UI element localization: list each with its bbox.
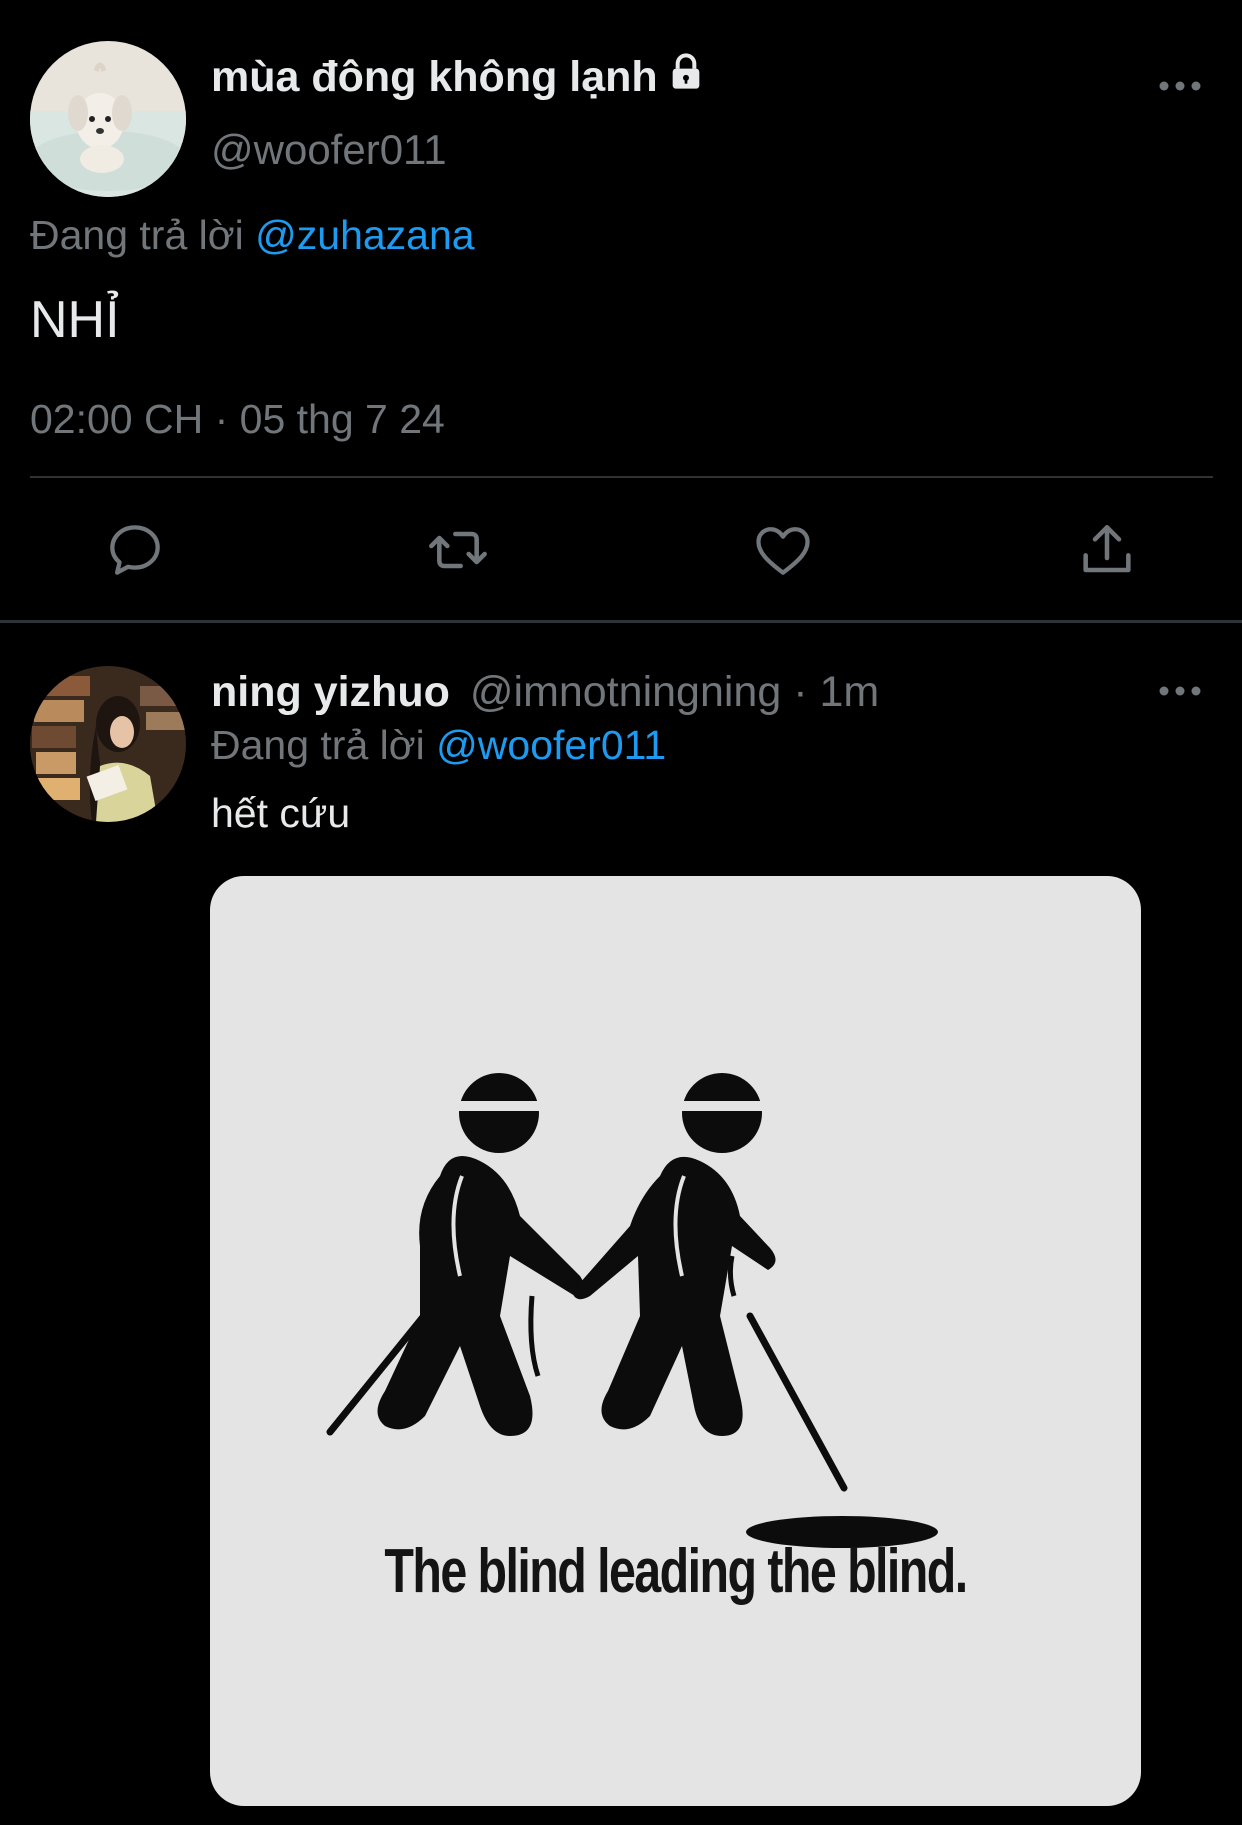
display-name[interactable]: ning yizhuo [211,668,450,716]
more-icon[interactable] [1156,76,1204,101]
media-caption: The blind leading the blind. [384,1537,968,1606]
more-icon[interactable] [1156,681,1204,706]
heart-icon [756,527,810,575]
replying-to: Đang trả lời @woofer011 [211,722,666,769]
replying-prefix: Đang trả lời [211,722,425,768]
display-name[interactable]: mùa đông không lạnh [211,52,706,103]
tweet-timestamp[interactable]: 02:00 CH · 05 thg 7 24 [30,396,445,443]
replying-to: Đang trả lời @zuhazana [30,212,475,259]
tweet-media-image[interactable]: The blind leading the blind. [210,876,1141,1806]
user-handle[interactable]: @imnotningning · 1m [470,668,879,716]
reply-button[interactable] [103,518,167,582]
tweet-text: hết cứu [211,790,351,836]
mention-link[interactable]: @zuhazana [255,212,474,258]
tweet-text: NHỈ [30,291,120,349]
avatar-woofer011[interactable] [30,41,186,197]
replying-prefix: Đang trả lời [30,212,244,258]
reply-header: ning yizhuo @imnotningning · 1m [211,668,879,717]
divider [30,476,1213,478]
retweet-button[interactable] [426,518,490,582]
display-name-text[interactable]: mùa đông không lạnh [211,53,658,102]
reply-icon [110,525,160,575]
mention-link[interactable]: @woofer011 [436,722,666,768]
like-button[interactable] [751,518,815,582]
lock-icon [666,52,706,103]
section-divider [0,620,1242,623]
blind-leading-illustration [326,1073,938,1548]
retweet-icon [429,531,487,569]
user-handle[interactable]: @woofer011 [211,126,447,174]
share-button[interactable] [1075,518,1139,582]
avatar-imnotningning[interactable] [30,666,186,822]
share-icon [1083,525,1131,573]
